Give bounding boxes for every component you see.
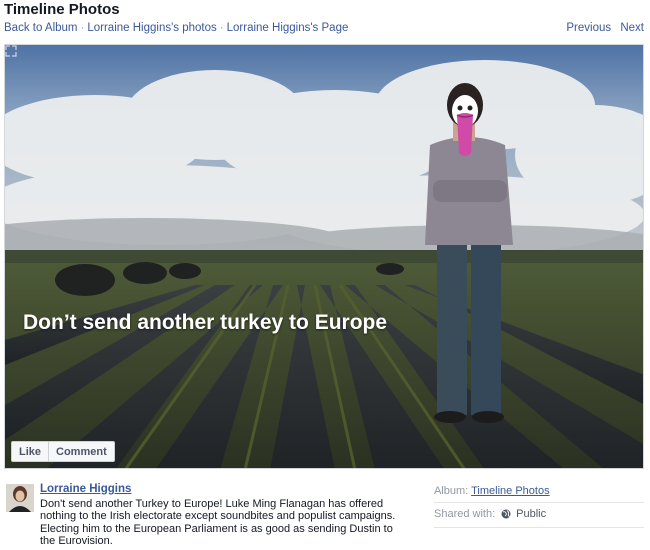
divider [434, 527, 644, 528]
back-to-album-link[interactable]: Back to Album [4, 22, 78, 34]
previous-link[interactable]: Previous [566, 22, 611, 34]
pager: Previous Next [560, 22, 644, 34]
avatar[interactable] [6, 484, 34, 512]
photo-image [5, 45, 643, 468]
shared-with-label: Shared with: [434, 508, 496, 520]
breadcrumb-separator: · [80, 22, 85, 34]
like-button[interactable]: Like [12, 442, 48, 461]
album-link[interactable]: Timeline Photos [471, 485, 549, 497]
comment-button[interactable]: Comment [48, 442, 114, 461]
author-link[interactable]: Lorraine Higgins [40, 483, 131, 495]
breadcrumb: Back to Album · Lorraine Higgins's photos ·… [4, 22, 348, 34]
post-text: Don't send another Turkey to Europe! Luk… [40, 498, 396, 547]
privacy-value[interactable]: Public [516, 508, 546, 520]
avatar-image [6, 484, 34, 512]
globe-icon [501, 509, 511, 519]
photo-meta: Album: Timeline Photos Shared with: Publ… [434, 485, 644, 528]
photo-viewer[interactable]: Don’t send another turkey to Europe Like… [4, 44, 644, 469]
breadcrumb-separator: · [219, 22, 224, 34]
post-details: Lorraine Higgins Don't send another Turk… [4, 480, 644, 550]
photo-caption: Don’t send another turkey to Europe [23, 311, 388, 334]
owner-page-link[interactable]: Lorraine Higgins's Page [227, 22, 349, 34]
divider [434, 502, 644, 503]
photo-actions: Like Comment [11, 441, 115, 462]
page-title: Timeline Photos [4, 1, 120, 18]
owner-photos-link[interactable]: Lorraine Higgins's photos [87, 22, 216, 34]
next-link[interactable]: Next [620, 22, 644, 34]
album-label: Album: [434, 485, 469, 497]
photo-navigation: Back to Album · Lorraine Higgins's photos ·… [4, 22, 644, 36]
expand-icon[interactable] [5, 45, 17, 57]
